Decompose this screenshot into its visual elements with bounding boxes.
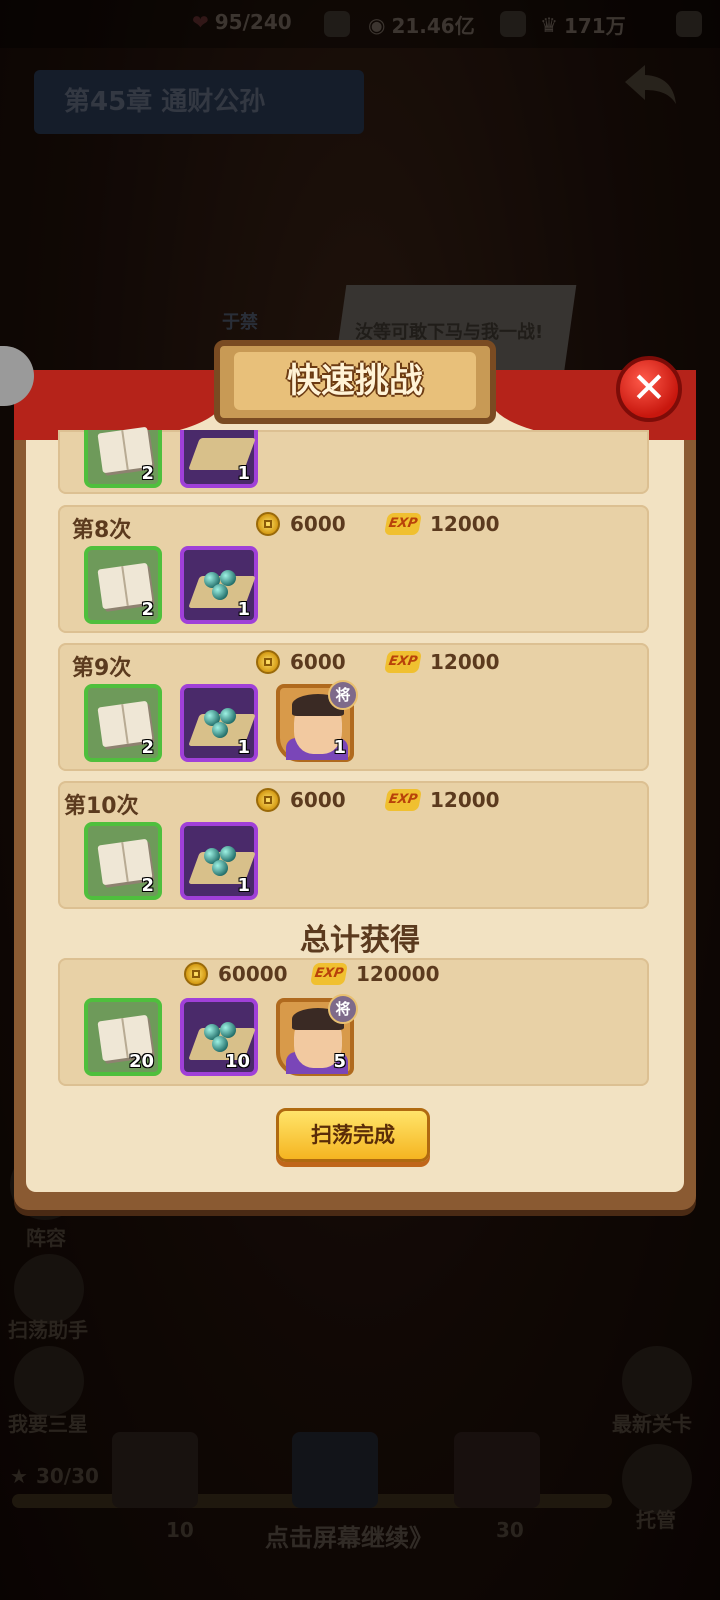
item-quantity: 1: [237, 599, 250, 620]
skill-book-item[interactable]: 20: [84, 998, 162, 1076]
item-quantity: 2: [141, 463, 154, 484]
exp-reward: EXP 12000: [384, 650, 500, 674]
gold-reward: 6000: [256, 650, 346, 674]
skill-book-item[interactable]: 2: [84, 426, 162, 488]
close-button[interactable]: ✕: [616, 356, 682, 422]
exp-icon: EXP: [384, 789, 422, 811]
item-quantity: 2: [141, 875, 154, 896]
round-label: 第8次: [72, 518, 132, 543]
item-quantity: 1: [237, 737, 250, 758]
general-badge-icon: 将: [328, 680, 358, 710]
skill-book-item[interactable]: 2: [84, 822, 162, 900]
exp-amount: 12000: [430, 788, 500, 812]
gold-amount: 6000: [290, 788, 346, 812]
item-quantity: 1: [237, 463, 250, 484]
skill-book-item[interactable]: 2: [84, 546, 162, 624]
exp-icon: EXP: [384, 513, 422, 535]
item-quantity: 10: [224, 1051, 250, 1072]
exp-amount: 12000: [430, 650, 500, 674]
round-label: 第9次: [72, 656, 132, 681]
pearl: [212, 1036, 228, 1052]
sweep-complete-button[interactable]: 扫荡完成: [276, 1108, 430, 1162]
exp-icon: EXP: [384, 651, 422, 673]
total-exp-amount: 120000: [356, 962, 440, 986]
coin-icon: [256, 512, 280, 536]
gold-amount: 6000: [290, 650, 346, 674]
item-quantity: 1: [237, 875, 250, 896]
item-quantity: 2: [141, 599, 154, 620]
round-label: 第10次: [64, 794, 139, 819]
pearl: [212, 860, 228, 876]
total-gold-amount: 60000: [218, 962, 288, 986]
exp-icon: EXP: [310, 963, 348, 985]
pearl: [212, 584, 228, 600]
item-quantity: 5: [333, 1051, 346, 1072]
total-title: 总计获得: [300, 923, 420, 958]
exp-amount: 12000: [430, 512, 500, 536]
pearl-item[interactable]: 1: [180, 546, 258, 624]
pearl-item[interactable]: 10: [180, 998, 258, 1076]
coin-icon: [256, 650, 280, 674]
exp-reward: EXP 12000: [384, 788, 500, 812]
gold-reward: 6000: [256, 512, 346, 536]
gold-reward: 6000: [256, 788, 346, 812]
total-gold: 60000: [184, 962, 288, 986]
hero-shard-item[interactable]: 将 5: [276, 994, 358, 1076]
pearl-item[interactable]: 1: [180, 822, 258, 900]
item-quantity: 20: [128, 1051, 154, 1072]
pearl: [212, 722, 228, 738]
coin-icon: [184, 962, 208, 986]
coin-icon: [256, 788, 280, 812]
hero-shard-item[interactable]: 将 1: [276, 680, 358, 762]
gold-amount: 6000: [290, 512, 346, 536]
pearl-item[interactable]: 1: [180, 430, 258, 488]
close-icon: ✕: [631, 363, 667, 412]
item-quantity: 1: [333, 737, 346, 758]
pearl-item[interactable]: 1: [180, 684, 258, 762]
exp-reward: EXP 12000: [384, 512, 500, 536]
total-exp: EXP 120000: [310, 962, 440, 986]
dialog-title: 快速挑战: [287, 361, 423, 401]
general-badge-icon: 将: [328, 994, 358, 1024]
item-quantity: 2: [141, 737, 154, 758]
skill-book-item[interactable]: 2: [84, 684, 162, 762]
